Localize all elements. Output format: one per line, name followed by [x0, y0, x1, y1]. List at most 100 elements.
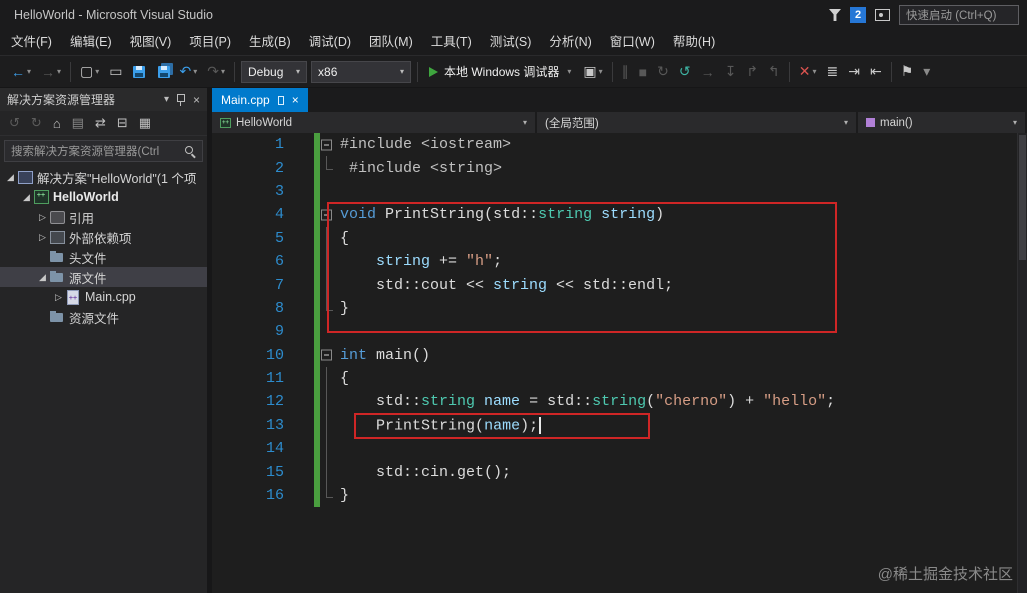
menu-file[interactable]: 文件(F)	[2, 30, 61, 55]
scrollbar-thumb[interactable]	[1019, 135, 1026, 260]
menu-edit[interactable]: 编辑(E)	[61, 30, 121, 55]
menu-help[interactable]: 帮助(H)	[664, 30, 724, 55]
new-file-icon[interactable]: ▢ ▾	[75, 56, 104, 87]
save-icon[interactable]	[128, 56, 150, 87]
menu-test[interactable]: 测试(S)	[481, 30, 541, 55]
tab-main-cpp[interactable]: Main.cpp ×	[212, 88, 308, 112]
chevron-collapsed-icon[interactable]: ▷	[36, 212, 49, 223]
properties-icon[interactable]: ▦	[139, 115, 151, 131]
chevron-collapsed-icon[interactable]: ▷	[52, 292, 65, 303]
chevron-expanded-icon[interactable]: ◢	[4, 172, 17, 183]
breadcrumb-scope-dropdown[interactable]: (全局范围) ▾	[537, 112, 858, 133]
nav-back-icon[interactable]: ← ▾	[6, 56, 36, 87]
menu-project[interactable]: 项目(P)	[180, 30, 240, 55]
code-line-11[interactable]: 11{	[212, 366, 1027, 391]
quick-launch-input[interactable]: 快速启动 (Ctrl+Q)	[899, 5, 1019, 25]
code-line-4[interactable]: 4 void PrintString(std::string string)	[212, 203, 1027, 227]
undo-icon[interactable]: ↶ ▾	[175, 56, 203, 87]
pin-icon[interactable]	[277, 95, 284, 105]
indent-icon[interactable]: ⇥	[843, 56, 865, 87]
chevron-collapsed-icon[interactable]: ▷	[36, 232, 49, 243]
code-line-1[interactable]: 1 #include <iostream>	[212, 133, 1027, 157]
code-line-16[interactable]: 16}	[212, 483, 1027, 508]
menu-view[interactable]: 视图(V)	[121, 30, 181, 55]
tree-item-external-dependencies[interactable]: ▷ 外部依赖项	[0, 227, 207, 247]
chevron-expanded-icon[interactable]: ◢	[20, 192, 33, 203]
step-into-icon[interactable]: ↧	[720, 56, 742, 87]
menu-team[interactable]: 团队(M)	[360, 30, 422, 55]
apply-code-changes-icon[interactable]: ↺	[674, 56, 696, 87]
code-line-15[interactable]: 15 std::cin.get();	[212, 460, 1027, 484]
menu-tools[interactable]: 工具(T)	[422, 30, 481, 55]
code-line-7[interactable]: 7 std::cout << string << std::endl;	[212, 273, 1027, 297]
solution-explorer-header[interactable]: 解决方案资源管理器 ▾ ×	[0, 88, 207, 111]
sync-with-active-document-icon[interactable]: ⇄	[95, 115, 106, 131]
home-icon[interactable]: ⌂	[53, 116, 61, 131]
solution-platform-select[interactable]: x86 ▾	[311, 60, 412, 83]
close-icon[interactable]: ×	[292, 93, 299, 107]
back-circle-icon[interactable]: ↺	[9, 115, 20, 131]
forward-circle-icon[interactable]: ↻	[31, 115, 42, 131]
solution-config-select[interactable]: Debug ▾	[241, 60, 308, 83]
break-all-icon[interactable]: ∥	[617, 56, 634, 87]
code-line-6[interactable]: 6 string += "h";	[212, 249, 1027, 274]
tree-item-references[interactable]: ▷ 引用	[0, 207, 207, 227]
menu-build[interactable]: 生成(B)	[240, 30, 300, 55]
line-tools-icon[interactable]: ≣	[822, 56, 844, 87]
tree-item-resource-files[interactable]: 资源文件	[0, 307, 207, 327]
tree-item-project-helloworld[interactable]: ◢ HelloWorld	[0, 187, 207, 207]
code-line-12[interactable]: 12 std::string name = std::string("chern…	[212, 390, 1027, 414]
tree-item-label: 源文件	[69, 271, 107, 286]
dependencies-icon	[49, 230, 65, 244]
stop-debug-icon[interactable]: ■	[634, 56, 652, 87]
collapse-all-icon[interactable]: ⊟	[117, 115, 128, 131]
code-editor[interactable]: 1 #include <iostream> 2 #include <string> 3…	[212, 133, 1027, 593]
save-all-icon[interactable]	[150, 56, 175, 87]
chevron-down-icon[interactable]: ▾	[164, 94, 169, 105]
tree-item-source-files[interactable]: ◢ 源文件	[0, 267, 207, 287]
code-line-14[interactable]: 14	[212, 437, 1027, 461]
search-input[interactable]: 搜索解决方案资源管理器(Ctrl	[4, 140, 203, 162]
show-next-statement-icon[interactable]: →	[696, 56, 720, 87]
pending-changes-filter-icon[interactable]: ▤	[72, 115, 84, 131]
feedback-icon[interactable]	[875, 9, 890, 21]
code-line-13[interactable]: 13 PrintString(name);	[212, 413, 1027, 438]
menu-analyze[interactable]: 分析(N)	[540, 30, 600, 55]
step-over-icon[interactable]: ↱	[741, 56, 763, 87]
redo-icon[interactable]: ↷ ▾	[202, 56, 230, 87]
fold-margin[interactable]	[320, 203, 340, 226]
fold-margin[interactable]	[320, 344, 340, 367]
breadcrumb-project-dropdown[interactable]: ++ HelloWorld ▾	[212, 112, 537, 133]
toolbar-options-icon[interactable]: ▾	[918, 56, 935, 87]
code-line-5[interactable]: 5{	[212, 226, 1027, 250]
menu-window[interactable]: 窗口(W)	[601, 30, 664, 55]
start-debug-button[interactable]: 本地 Windows 调试器 ▾	[422, 56, 578, 87]
filter-icon[interactable]	[829, 9, 841, 21]
notification-badge[interactable]: 2	[850, 7, 866, 23]
search-icon[interactable]	[185, 145, 196, 157]
fold-margin[interactable]	[320, 133, 340, 156]
code-line-2[interactable]: 2 #include <string>	[212, 156, 1027, 180]
chevron-expanded-icon[interactable]: ◢	[36, 272, 49, 283]
tree-item-header-files[interactable]: 头文件	[0, 247, 207, 267]
tree-item-main-cpp[interactable]: ▷ Main.cpp	[0, 287, 207, 307]
code-line-10[interactable]: 10 int main()	[212, 343, 1027, 367]
diagnostic-tool-icon[interactable]: ✕ ▾	[794, 56, 822, 87]
open-file-icon[interactable]: ▭	[104, 56, 127, 87]
nav-forward-icon[interactable]: → ▾	[36, 56, 66, 87]
vertical-scrollbar[interactable]	[1017, 133, 1027, 593]
pin-icon[interactable]	[176, 93, 185, 106]
code-line-8[interactable]: 8}	[212, 296, 1027, 321]
attach-process-icon[interactable]: ▣ ▾	[578, 56, 607, 87]
menu-debug[interactable]: 调试(D)	[300, 30, 360, 55]
outdent-icon[interactable]: ⇤	[865, 56, 887, 87]
code-line-3[interactable]: 3	[212, 179, 1027, 204]
breadcrumb-member-dropdown[interactable]: main() ▾	[858, 112, 1027, 133]
restart-icon[interactable]: ↻	[652, 56, 674, 87]
tree-item-solution[interactable]: ◢ 解决方案"HelloWorld"(1 个项	[0, 167, 207, 187]
close-icon[interactable]: ×	[193, 93, 200, 107]
code-line-9[interactable]: 9	[212, 320, 1027, 344]
bookmark-icon[interactable]: ⚑	[896, 56, 919, 87]
chevron-down-icon: ▾	[567, 67, 572, 76]
step-out-icon[interactable]: ↰	[763, 56, 785, 87]
